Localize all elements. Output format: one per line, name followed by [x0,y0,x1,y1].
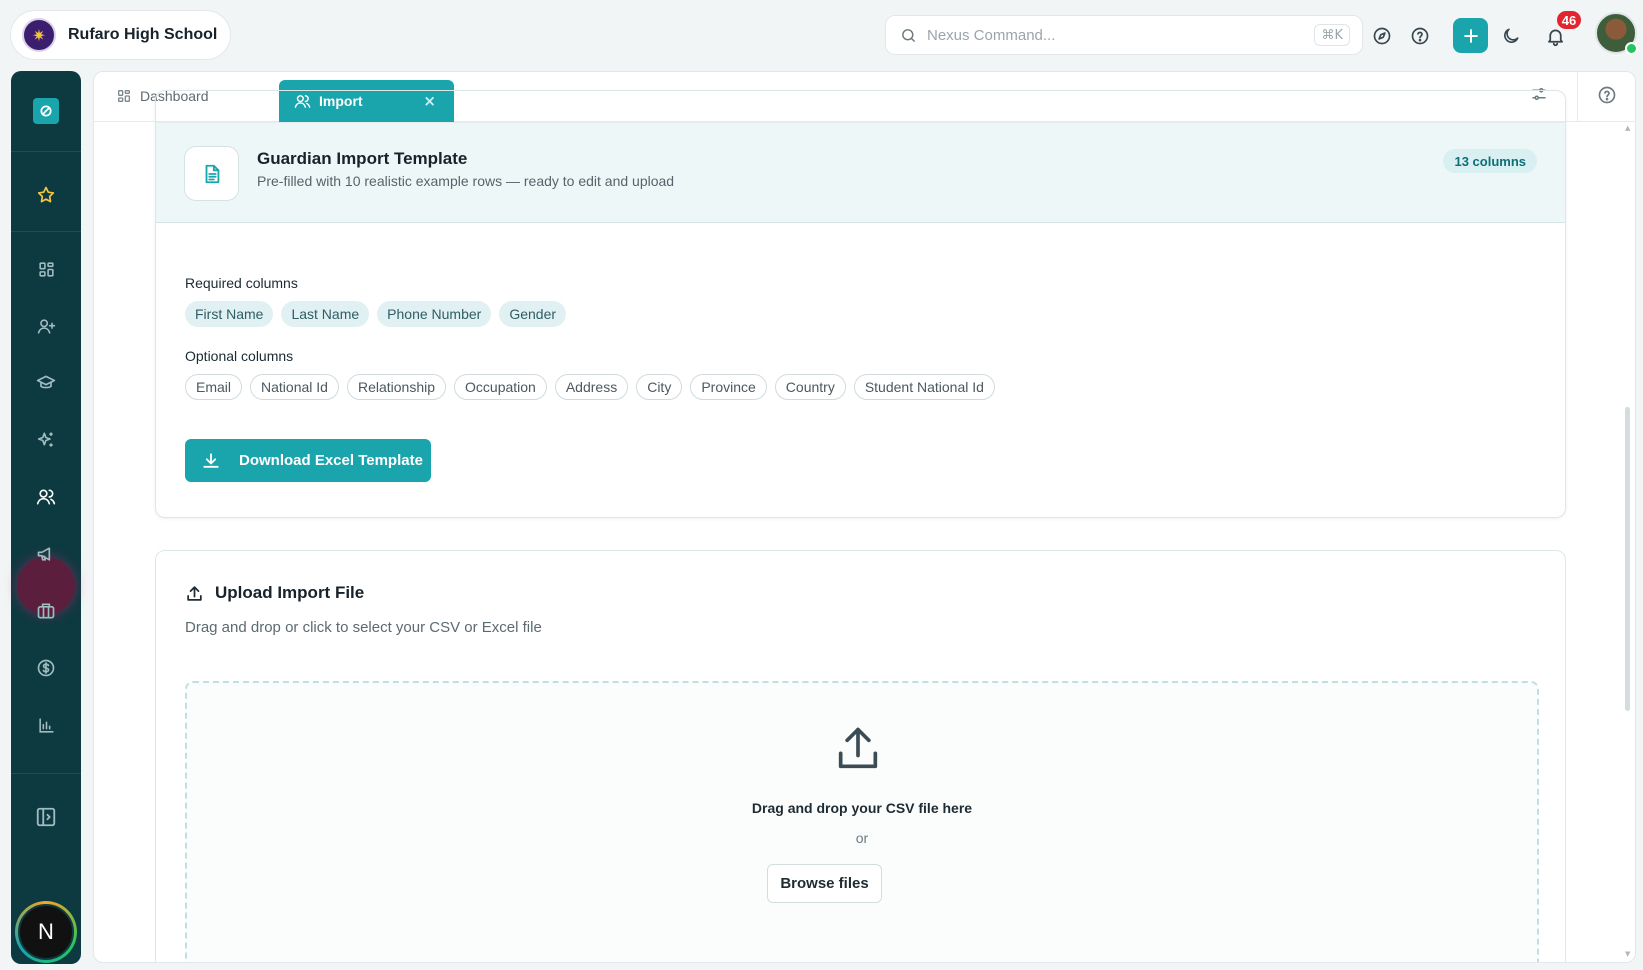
sidebar-item-finance[interactable] [28,650,64,686]
upload-card: Upload Import File Drag and drop or clic… [155,550,1566,962]
scroll-up-icon[interactable]: ▲ [1625,124,1630,132]
optional-column-chip: Student National Id [853,374,995,400]
sidebar-expand-button[interactable] [28,799,64,835]
rail-divider [11,151,81,152]
sidebar-item-add-user[interactable] [28,308,64,344]
bar-chart-icon [38,717,54,733]
upload-title-text: Upload Import File [215,583,365,602]
required-columns-list: First Name Last Name Phone Number Gender [185,301,567,327]
optional-column-chip: Country [774,374,846,400]
school-name: Rufaro High School [68,26,218,43]
dropzone-text: Drag and drop your CSV file here [751,800,973,816]
search-placeholder: Nexus Command... [927,26,1056,44]
upload-icon [187,585,202,601]
panel-expand-icon [36,807,56,827]
upload-subtitle: Drag and drop or click to select your CS… [185,619,542,636]
search-icon [900,27,917,44]
optional-column-chip: National Id [250,374,339,400]
tab-bar-actions [1532,72,1635,122]
grid-icon [118,90,130,102]
users-icon [36,489,56,505]
dropzone-or: or [855,830,869,846]
briefcase-icon [37,603,55,619]
template-card-header: Guardian Import Template Pre-filled with… [156,122,1565,223]
notification-count-badge: 46 [1555,9,1583,31]
scroll-down-icon[interactable]: ▼ [1625,950,1630,958]
command-search-input[interactable]: Nexus Command... ⌘K [885,15,1363,55]
online-status-dot [1625,42,1638,55]
moon-icon [1504,28,1519,43]
user-plus-icon [37,318,55,334]
download-template-button[interactable]: Download Excel Template [185,439,431,482]
scrollbar-thumb[interactable] [1625,407,1630,711]
required-columns-label: Required columns [185,275,298,291]
vertical-scrollbar[interactable]: ▲ ▼ [1625,122,1631,962]
dark-mode-toggle[interactable] [1494,19,1528,53]
optional-columns-list: Email National Id Relationship Occupatio… [185,374,995,400]
template-card: Guardian Import Template Pre-filled with… [155,90,1566,518]
search-shortcut: ⌘K [1314,24,1350,46]
sidebar-item-reports[interactable] [28,707,64,743]
upload-tray-icon [832,723,884,775]
quick-add-button[interactable] [1453,18,1488,53]
school-logo: ✷ [22,18,56,52]
help-icon[interactable] [1597,85,1617,105]
star-icon [37,186,55,203]
optional-column-chip: Province [690,374,767,400]
optional-columns-label: Optional columns [185,348,294,364]
rail-divider [11,231,81,232]
optional-column-chip: Occupation [454,374,547,400]
browse-files-button[interactable]: Browse files [767,864,882,903]
template-title: Guardian Import Template [257,149,468,168]
sparkles-icon [37,432,53,447]
template-subtitle: Pre-filled with 10 realistic example row… [257,173,675,189]
upload-card-title: Upload Import File [185,583,364,603]
optional-column-chip: Email [185,374,243,400]
plus-icon [1463,28,1478,43]
rail-divider [11,773,81,774]
required-column-chip: Last Name [281,301,370,327]
workspace-avatar-initial: N [18,904,74,960]
download-template-label: Download Excel Template [239,452,423,469]
help-icon[interactable] [1403,19,1437,53]
compass-icon[interactable] [1365,19,1399,53]
optional-column-chip: City [636,374,683,400]
download-icon [203,452,219,468]
sidebar-item-guardians[interactable] [28,479,64,515]
required-column-chip: Phone Number [377,301,492,327]
grid-icon [38,261,54,277]
column-count-badge: 13 columns [1443,149,1537,173]
workspace-avatar[interactable]: N [15,901,77,963]
required-column-chip: Gender [499,301,567,327]
graduation-cap-icon [36,375,56,389]
file-dropzone[interactable]: Drag and drop your CSV file here or Brow… [185,681,1539,962]
sidebar-item-favorites[interactable] [28,177,64,213]
sidebar-rail: N [11,71,81,964]
sidebar-item-dashboard[interactable] [28,251,64,287]
dollar-circle-icon [37,659,55,677]
sidebar-item-announcements[interactable] [28,536,64,572]
school-switcher[interactable]: ✷ Rufaro High School [10,10,231,60]
sidebar-item-ai[interactable] [28,422,64,458]
main-panel: Dashboard Import × ▲ ▼ Guardian Import T… [93,71,1636,963]
optional-column-chip: Address [554,374,629,400]
required-column-chip: First Name [185,301,274,327]
optional-column-chip: Relationship [346,374,447,400]
app-logo-icon[interactable] [33,98,59,124]
document-icon [184,146,239,201]
sidebar-item-staff[interactable] [28,593,64,629]
sidebar-item-academics[interactable] [28,365,64,401]
megaphone-icon [37,547,51,561]
